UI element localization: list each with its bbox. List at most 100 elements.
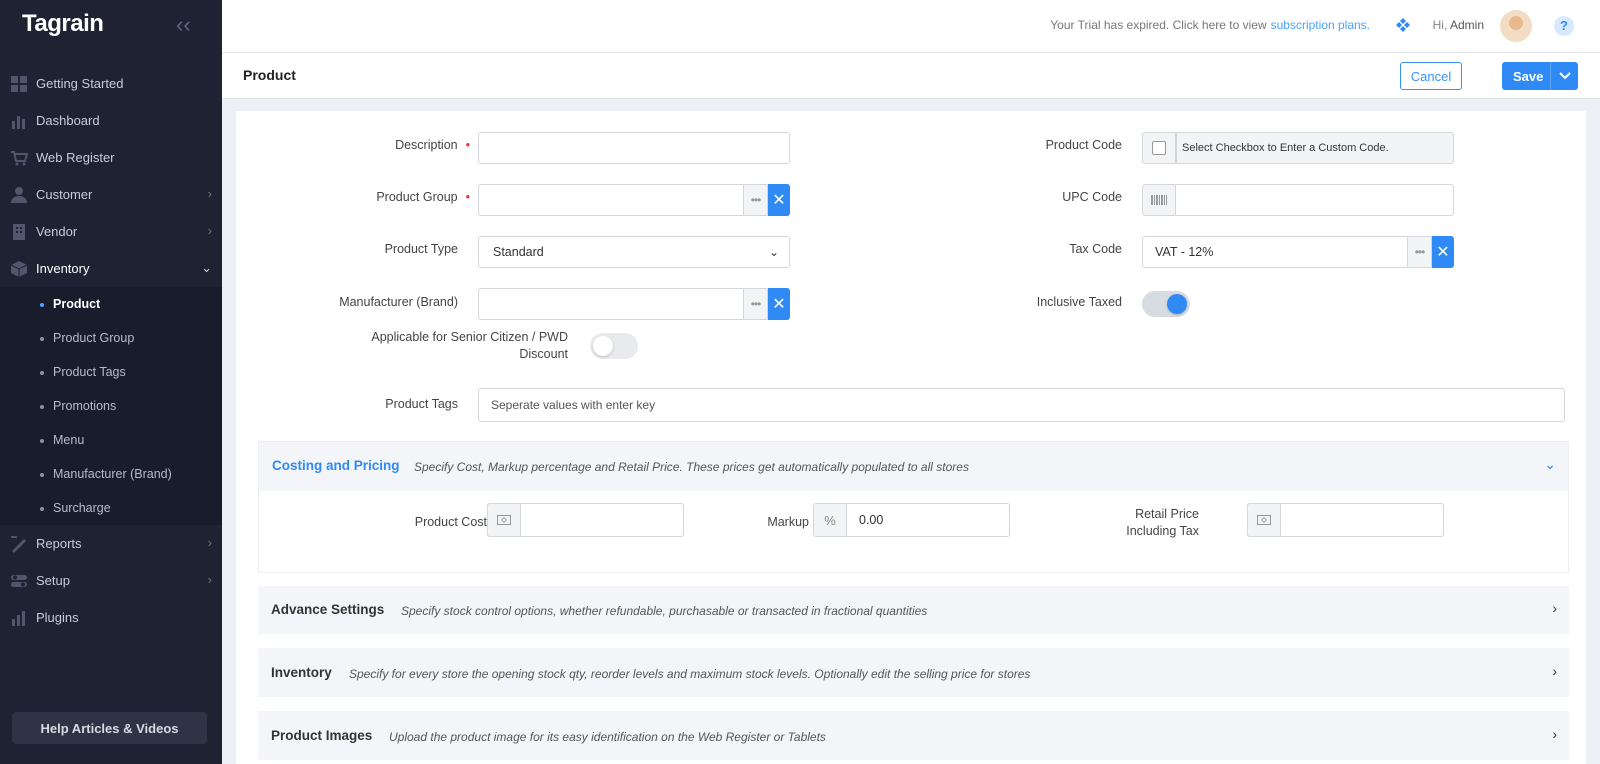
inventory-section[interactable]: Inventory Specify for every store the op…	[258, 648, 1569, 697]
product-code-input: Select Checkbox to Enter a Custom Code.	[1176, 132, 1454, 164]
product-images-section[interactable]: Product Images Upload the product image …	[258, 711, 1569, 760]
custom-code-checkbox[interactable]	[1152, 141, 1166, 155]
sidebar-item-label: Getting Started	[36, 76, 124, 91]
money-icon	[487, 503, 521, 537]
costing-pricing-section: Costing and Pricing Specify Cost, Markup…	[258, 441, 1569, 573]
upc-code-input[interactable]	[1176, 184, 1454, 216]
sidebar-item-label: Inventory	[36, 261, 90, 276]
manufacturer-label: Manufacturer (Brand)	[339, 295, 458, 309]
collapse-sidebar-icon[interactable]: ‹‹	[176, 14, 191, 36]
product-tags-input[interactable]: Seperate values with enter key	[478, 388, 1565, 422]
sidebar-item-setup[interactable]: Setup ›	[0, 562, 222, 599]
section-title: Inventory	[271, 665, 332, 680]
sidebar-item-web-register[interactable]: Web Register	[0, 139, 222, 176]
product-group-field[interactable]: ••• ✕	[478, 184, 790, 216]
manufacturer-field[interactable]: ••• ✕	[478, 288, 790, 320]
close-icon[interactable]: ✕	[768, 288, 790, 320]
cancel-button[interactable]: Cancel	[1400, 62, 1462, 90]
sidebar-subitem-promotions[interactable]: Promotions	[0, 389, 222, 423]
sidebar-item-vendor[interactable]: Vendor ›	[0, 213, 222, 250]
sidebar-subitem-product-tags[interactable]: Product Tags	[0, 355, 222, 389]
manufacturer-input[interactable]	[478, 288, 744, 320]
subscription-plans-link[interactable]: subscription plans.	[1271, 18, 1370, 32]
sidebar-subitem-product[interactable]: Product	[0, 287, 222, 321]
sidebar-item-dashboard[interactable]: Dashboard	[0, 102, 222, 139]
tax-code-label: Tax Code	[1069, 242, 1122, 256]
costing-header[interactable]: Costing and Pricing Specify Cost, Markup…	[259, 442, 1568, 491]
sidebar-nav: Getting Started Dashboard Web Register C…	[0, 65, 222, 636]
chevron-right-icon[interactable]: ›	[1552, 663, 1557, 679]
bar-chart-icon	[12, 115, 25, 129]
description-label: Description •	[395, 138, 470, 152]
sidebar-item-reports[interactable]: Reports ›	[0, 525, 222, 562]
retail-price-input[interactable]	[1281, 503, 1444, 537]
avatar[interactable]	[1500, 10, 1532, 42]
inventory-submenu: Product Product Group Product Tags Promo…	[0, 287, 222, 525]
sidebar-item-inventory[interactable]: Inventory ⌄	[0, 250, 222, 287]
top-bar: Your Trial has expired. Click here to vi…	[222, 0, 1600, 53]
more-icon[interactable]: •••	[1408, 236, 1432, 268]
senior-discount-toggle[interactable]	[590, 333, 638, 359]
markup-input[interactable]: 0.00	[847, 503, 1010, 537]
close-icon[interactable]: ✕	[768, 184, 790, 216]
product-cost-field	[487, 503, 684, 537]
product-code-label: Product Code	[1045, 138, 1122, 152]
custom-code-checkbox-wrap	[1142, 132, 1176, 164]
section-title: Costing and Pricing	[272, 458, 400, 473]
chevron-down-icon[interactable]	[1550, 62, 1578, 90]
sidebar-subitem-product-group[interactable]: Product Group	[0, 321, 222, 355]
plugin-chart-icon	[12, 610, 25, 626]
section-desc: Specify for every store the opening stoc…	[349, 667, 1031, 681]
sidebar-item-label: Customer	[36, 187, 93, 202]
tax-code-input[interactable]: VAT - 12%	[1142, 236, 1408, 268]
retail-price-field	[1247, 503, 1444, 537]
help-icon[interactable]: ?	[1554, 16, 1574, 36]
save-button[interactable]: Save	[1502, 62, 1578, 90]
sidebar-item-label: Reports	[36, 536, 82, 551]
sidebar: Tagrain ‹‹ Getting Started Dashboard Web…	[0, 0, 222, 764]
sidebar-item-label: Dashboard	[36, 113, 100, 128]
sidebar-item-label: Setup	[36, 573, 70, 588]
markup-label: Markup	[767, 515, 809, 529]
sidebar-item-plugins[interactable]: Plugins	[0, 599, 222, 636]
more-icon[interactable]: •••	[744, 184, 768, 216]
product-group-input[interactable]	[478, 184, 744, 216]
sidebar-item-label: Vendor	[36, 224, 78, 239]
chevron-down-icon: ⌄	[201, 260, 212, 275]
product-type-select[interactable]: Standard ⌄	[478, 236, 790, 268]
product-group-label: Product Group •	[376, 190, 470, 204]
product-tags-label: Product Tags	[385, 397, 458, 411]
more-icon[interactable]: •••	[744, 288, 768, 320]
help-articles-button[interactable]: Help Articles & Videos	[12, 712, 207, 744]
user-icon	[11, 186, 27, 203]
chevron-down-icon[interactable]: ⌄	[1544, 456, 1556, 473]
markup-field: % 0.00	[813, 503, 1010, 537]
tax-code-field[interactable]: VAT - 12% ••• ✕	[1142, 236, 1454, 268]
sidebar-item-customer[interactable]: Customer ›	[0, 176, 222, 213]
product-cost-label: Product Cost	[414, 515, 487, 529]
description-field[interactable]	[478, 132, 790, 164]
sidebar-item-label: Plugins	[36, 610, 79, 625]
diamond-icon[interactable]	[1396, 18, 1410, 32]
inclusive-taxed-toggle[interactable]	[1142, 291, 1190, 317]
chevron-right-icon[interactable]: ›	[1552, 600, 1557, 616]
box-icon	[10, 260, 28, 277]
toggle-settings-icon	[11, 574, 27, 587]
product-cost-input[interactable]	[521, 503, 684, 537]
chevron-down-icon: ⌄	[768, 245, 779, 259]
sidebar-subitem-manufacturer[interactable]: Manufacturer (Brand)	[0, 457, 222, 491]
advance-settings-section[interactable]: Advance Settings Specify stock control o…	[258, 586, 1569, 634]
money-icon	[1247, 503, 1281, 537]
section-title: Product Images	[271, 728, 373, 743]
chevron-right-icon[interactable]: ›	[1552, 726, 1557, 742]
building-icon	[13, 223, 25, 240]
sidebar-item-getting-started[interactable]: Getting Started	[0, 65, 222, 102]
retail-price-label: Retail Price Including Tax	[1126, 507, 1199, 538]
close-icon[interactable]: ✕	[1432, 236, 1454, 268]
sidebar-subitem-menu[interactable]: Menu	[0, 423, 222, 457]
section-desc: Specify Cost, Markup percentage and Reta…	[414, 460, 969, 474]
sidebar-subitem-surcharge[interactable]: Surcharge	[0, 491, 222, 525]
product-type-label: Product Type	[384, 242, 458, 256]
greeting: Hi, Admin	[1432, 18, 1484, 32]
app-logo[interactable]: Tagrain	[22, 10, 104, 38]
